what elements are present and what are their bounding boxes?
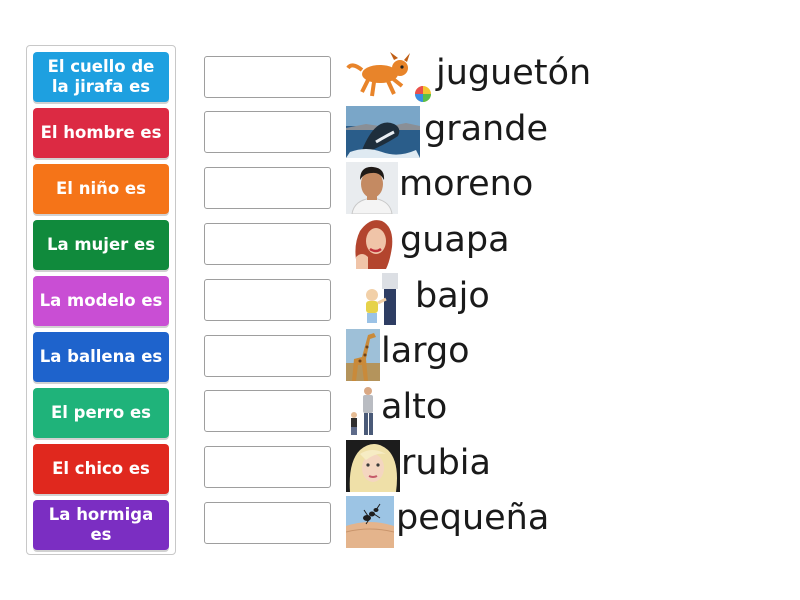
giraffe-photo: [346, 329, 380, 381]
tile-nino[interactable]: El niño es: [33, 164, 169, 214]
drop-box[interactable]: [204, 502, 331, 544]
drop-box[interactable]: [204, 335, 331, 377]
drop-box[interactable]: [204, 167, 331, 209]
answer-word-guapa: guapa: [400, 220, 510, 260]
match-up-activity: El cuello de la jirafa es El hombre es E…: [0, 0, 800, 600]
tile-mujer[interactable]: La mujer es: [33, 220, 169, 270]
answer-word-bajo: bajo: [415, 276, 490, 316]
tile-modelo[interactable]: La modelo es: [33, 276, 169, 326]
answer-word-rubia: rubia: [401, 443, 491, 483]
tile-panel: El cuello de la jirafa es El hombre es E…: [26, 45, 176, 555]
drop-box[interactable]: [204, 279, 331, 321]
drop-box[interactable]: [204, 223, 331, 265]
blonde-woman-photo: [346, 440, 400, 492]
answer-word-moreno: moreno: [399, 164, 534, 204]
dog-with-ball-icon: [344, 52, 436, 104]
tile-chico[interactable]: El chico es: [33, 444, 169, 494]
answer-word-grande: grande: [424, 109, 548, 149]
tile-perro[interactable]: El perro es: [33, 388, 169, 438]
tile-cuello-jirafa[interactable]: El cuello de la jirafa es: [33, 52, 169, 102]
answer-word-jugueton: juguetón: [436, 53, 592, 93]
answer-word-largo: largo: [381, 331, 470, 371]
tile-hormiga[interactable]: La hormiga es: [33, 500, 169, 550]
drop-box[interactable]: [204, 390, 331, 432]
tile-hombre[interactable]: El hombre es: [33, 108, 169, 158]
drop-box[interactable]: [204, 56, 331, 98]
whale-photo: [346, 106, 420, 158]
answer-word-pequena: pequeña: [396, 498, 550, 538]
short-child-photo: [360, 273, 404, 325]
ant-on-finger-photo: [346, 496, 394, 548]
woman-photo: [350, 217, 398, 269]
drop-box[interactable]: [204, 446, 331, 488]
drop-box[interactable]: [204, 111, 331, 153]
answer-word-alto: alto: [381, 387, 448, 427]
dark-haired-man-photo: [346, 162, 398, 214]
tall-man-photo: [346, 385, 380, 437]
tile-ballena[interactable]: La ballena es: [33, 332, 169, 382]
